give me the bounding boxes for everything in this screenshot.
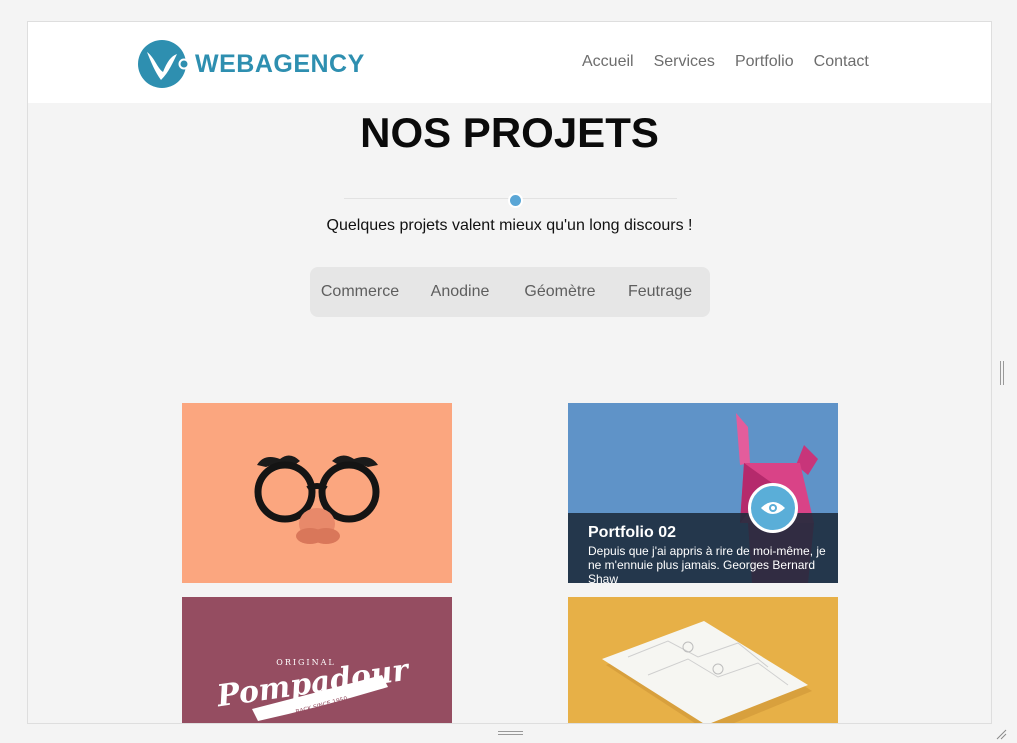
resize-grip-icon[interactable] — [995, 728, 1007, 740]
nav-item-contact[interactable]: Contact — [814, 53, 869, 71]
site-logo[interactable]: WEBAGENCY — [137, 38, 367, 90]
section-title: NOS PROJETS — [360, 109, 659, 156]
portfolio-item-description: Depuis que j'ai appris à rire de moi-mêm… — [588, 544, 826, 583]
filter-anodine[interactable]: Anodine — [410, 283, 510, 301]
pompadour-logo: ORIGINAL Pompadour BACK SINCE 1950 — [214, 653, 413, 721]
glasses-nose-illustration — [254, 455, 380, 544]
filter-feutrage[interactable]: Feutrage — [610, 283, 710, 301]
portfolio-item-03[interactable]: ORIGINAL Pompadour BACK SINCE 1950 — [182, 597, 452, 723]
portfolio-item-title: Portfolio 02 — [588, 524, 677, 541]
eye-icon — [761, 502, 785, 514]
site-header: WEBAGENCY Accueil Services Portfolio Con… — [28, 22, 991, 103]
main-nav: Accueil Services Portfolio Contact — [582, 53, 889, 71]
nav-item-accueil[interactable]: Accueil — [582, 53, 634, 71]
filter-geometre[interactable]: Géomètre — [510, 283, 610, 301]
filter-commerce[interactable]: Commerce — [310, 283, 410, 301]
portfolio-filter-bar: Commerce Anodine Géomètre Feutrage — [310, 267, 710, 317]
portfolio-item-overlay: Portfolio 02 Depuis que j'ai appris à ri… — [568, 513, 838, 583]
brand-name: WEBAGENCY — [195, 50, 365, 78]
portfolio-item-02[interactable]: Portfolio 02 Depuis que j'ai appris à ri… — [568, 403, 838, 583]
view-project-button[interactable] — [748, 483, 798, 533]
vertical-resize-handle[interactable] — [1000, 361, 1004, 385]
paper-mockup — [602, 621, 812, 723]
nav-item-portfolio[interactable]: Portfolio — [735, 53, 794, 71]
divider-dot — [508, 193, 523, 208]
portfolio-item-04[interactable] — [568, 597, 838, 723]
section-subtitle: Quelques projets valent mieux qu'un long… — [326, 217, 693, 234]
portfolio-item-01[interactable] — [182, 403, 452, 583]
horizontal-resize-handle[interactable] — [498, 731, 523, 735]
logo-icon — [138, 40, 190, 88]
nav-item-services[interactable]: Services — [654, 53, 715, 71]
browser-viewport: WEBAGENCY Accueil Services Portfolio Con… — [27, 21, 992, 724]
